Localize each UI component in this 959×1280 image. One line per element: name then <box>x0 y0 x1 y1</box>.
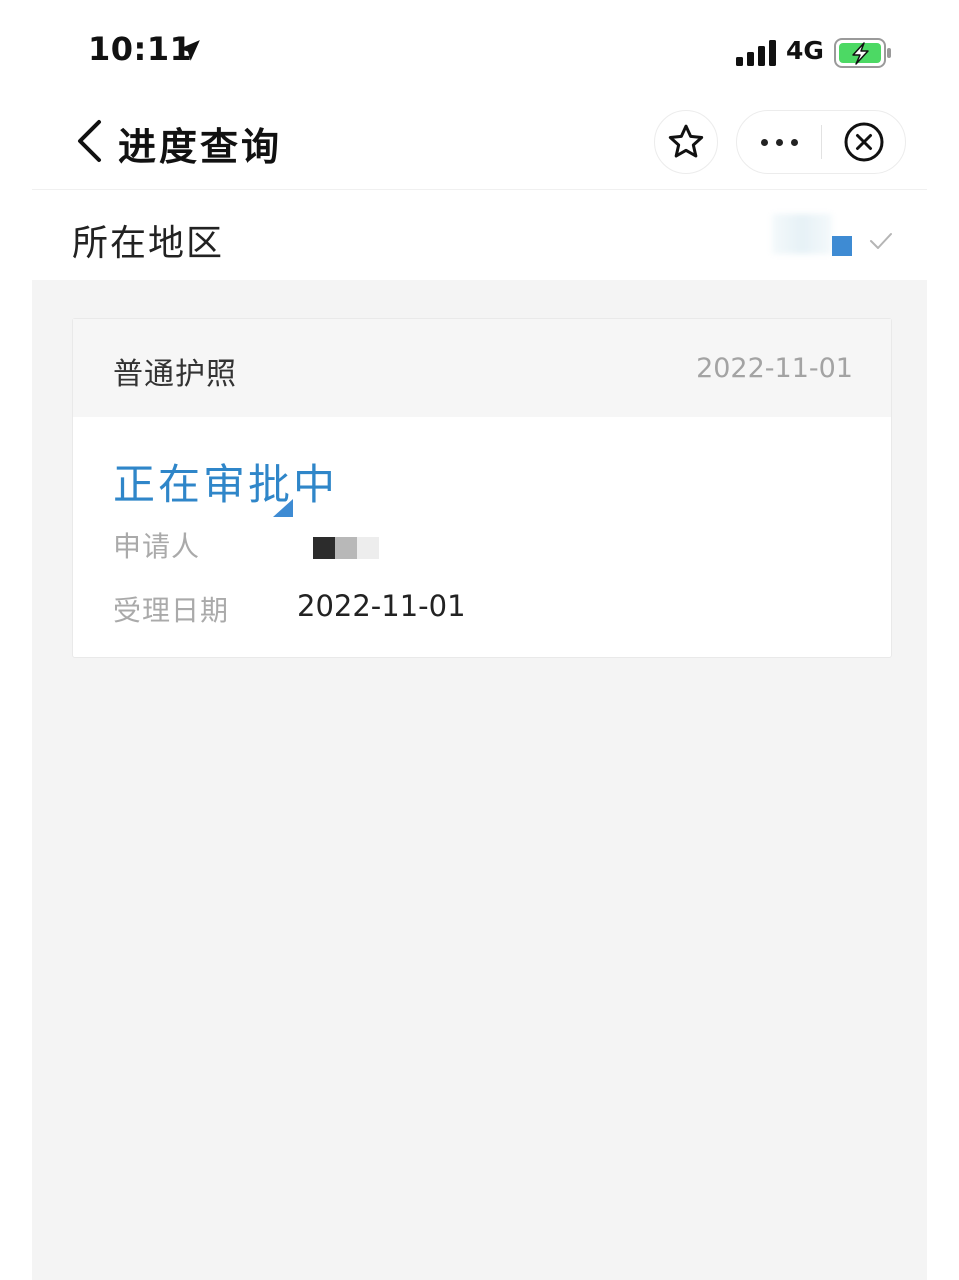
favorite-button[interactable] <box>654 110 718 174</box>
capsule-divider <box>821 125 822 159</box>
region-value-redacted <box>772 214 832 254</box>
mini-program-capsule <box>736 110 906 174</box>
region-label: 所在地区 <box>72 223 225 264</box>
close-circle-icon <box>844 122 884 162</box>
region-value-swatch <box>832 236 852 256</box>
approval-status: 正在审批中 <box>113 460 339 509</box>
progress-card[interactable]: 普通护照 2022-11-01 正在审批中 申请人 受理日期 2022-11-0… <box>72 318 892 658</box>
check-icon <box>870 233 892 249</box>
status-bar: 10:11 4G <box>0 0 959 100</box>
location-arrow-icon <box>179 40 200 61</box>
back-chevron-icon[interactable] <box>72 118 106 164</box>
accept-date-label: 受理日期 <box>113 594 230 627</box>
battery-charging-icon <box>834 38 891 68</box>
card-header: 普通护照 2022-11-01 <box>73 319 891 417</box>
status-corner-mark <box>273 499 293 517</box>
accept-date-value: 2022-11-01 <box>297 589 466 623</box>
star-icon <box>668 124 704 158</box>
page-title: 进度查询 <box>118 125 283 169</box>
network-type-label: 4G <box>786 36 824 65</box>
applicant-label: 申请人 <box>113 530 201 563</box>
close-button[interactable] <box>823 111 905 173</box>
more-button[interactable] <box>737 111 821 173</box>
document-type: 普通护照 <box>113 357 237 392</box>
applicant-value-redacted <box>313 537 379 559</box>
signal-bars-icon <box>736 40 776 66</box>
more-dots-icon <box>757 138 802 146</box>
region-selector[interactable]: 所在地区 <box>32 190 927 280</box>
header-date: 2022-11-01 <box>696 353 853 384</box>
